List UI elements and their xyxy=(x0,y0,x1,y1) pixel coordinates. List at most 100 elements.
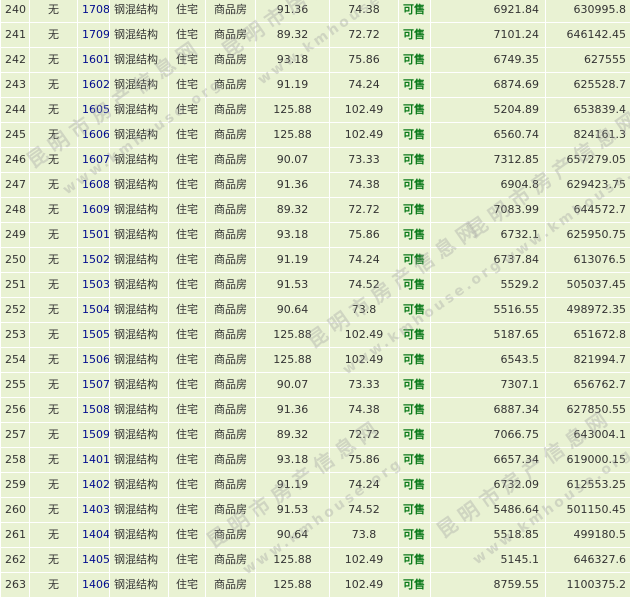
inner-area-cell: 102.49 xyxy=(329,347,399,373)
building-area-cell: 125.88 xyxy=(255,122,330,148)
usage-cell: 住宅 xyxy=(168,72,206,98)
sale-status-cell[interactable]: 可售 xyxy=(398,422,431,448)
row-index: 241 xyxy=(0,22,30,48)
room-number-link[interactable]: 1601 xyxy=(77,47,110,73)
sale-status-cell[interactable]: 可售 xyxy=(398,22,431,48)
property-type-cell: 商品房 xyxy=(205,72,256,98)
table-row: 250 无 1502 钢混结构 住宅 商品房 91.19 74.24 可售 6737.84 6130… xyxy=(0,247,630,273)
property-type-cell: 商品房 xyxy=(205,547,256,573)
sale-status-cell[interactable]: 可售 xyxy=(398,472,431,498)
inner-area-cell: 74.38 xyxy=(329,0,399,23)
inner-area-cell: 73.33 xyxy=(329,372,399,398)
sale-status-cell[interactable]: 可售 xyxy=(398,197,431,223)
unit-price-cell: 6657.34 xyxy=(430,447,546,473)
floor-cell: 无 xyxy=(29,47,78,73)
room-number-link[interactable]: 1709 xyxy=(77,22,110,48)
sale-status-cell[interactable]: 可售 xyxy=(398,547,431,573)
sale-status-cell[interactable]: 可售 xyxy=(398,172,431,198)
sale-status-cell[interactable]: 可售 xyxy=(398,372,431,398)
usage-cell: 住宅 xyxy=(168,122,206,148)
building-area-cell: 91.36 xyxy=(255,0,330,23)
inner-area-cell: 72.72 xyxy=(329,22,399,48)
floor-cell: 无 xyxy=(29,22,78,48)
room-number-link[interactable]: 1509 xyxy=(77,422,110,448)
room-number-link[interactable]: 1605 xyxy=(77,97,110,123)
floor-cell: 无 xyxy=(29,572,78,598)
structure-cell: 钢混结构 xyxy=(109,147,169,173)
total-price-cell: 625528.7 xyxy=(545,72,630,98)
sale-status-cell[interactable]: 可售 xyxy=(398,97,431,123)
sale-status-cell[interactable]: 可售 xyxy=(398,0,431,23)
unit-price-cell: 8759.55 xyxy=(430,572,546,598)
sale-status-cell[interactable]: 可售 xyxy=(398,497,431,523)
total-price-cell: 625950.75 xyxy=(545,222,630,248)
room-number-link[interactable]: 1508 xyxy=(77,397,110,423)
sale-status-cell[interactable]: 可售 xyxy=(398,347,431,373)
inner-area-cell: 73.8 xyxy=(329,297,399,323)
room-number-link[interactable]: 1503 xyxy=(77,272,110,298)
usage-cell: 住宅 xyxy=(168,197,206,223)
row-index: 258 xyxy=(0,447,30,473)
table-row: 260 无 1403 钢混结构 住宅 商品房 91.53 74.52 可售 5486.64 5011… xyxy=(0,497,630,523)
room-number-link[interactable]: 1406 xyxy=(77,572,110,598)
total-price-cell: 644572.7 xyxy=(545,197,630,223)
property-type-cell: 商品房 xyxy=(205,322,256,348)
unit-price-cell: 6543.5 xyxy=(430,347,546,373)
property-type-cell: 商品房 xyxy=(205,572,256,598)
room-number-link[interactable]: 1402 xyxy=(77,472,110,498)
room-number-link[interactable]: 1404 xyxy=(77,522,110,548)
sale-status-cell[interactable]: 可售 xyxy=(398,147,431,173)
row-index: 246 xyxy=(0,147,30,173)
room-number-link[interactable]: 1507 xyxy=(77,372,110,398)
unit-price-cell: 5518.85 xyxy=(430,522,546,548)
row-index: 255 xyxy=(0,372,30,398)
usage-cell: 住宅 xyxy=(168,47,206,73)
building-area-cell: 125.88 xyxy=(255,347,330,373)
table-row: 248 无 1609 钢混结构 住宅 商品房 89.32 72.72 可售 7083.99 6445… xyxy=(0,197,630,223)
inner-area-cell: 74.38 xyxy=(329,172,399,198)
property-type-cell: 商品房 xyxy=(205,247,256,273)
inner-area-cell: 74.24 xyxy=(329,72,399,98)
structure-cell: 钢混结构 xyxy=(109,572,169,598)
inner-area-cell: 74.52 xyxy=(329,272,399,298)
sale-status-cell[interactable]: 可售 xyxy=(398,522,431,548)
room-number-link[interactable]: 1607 xyxy=(77,147,110,173)
sale-status-cell[interactable]: 可售 xyxy=(398,572,431,598)
sale-status-cell[interactable]: 可售 xyxy=(398,222,431,248)
sale-status-cell[interactable]: 可售 xyxy=(398,272,431,298)
room-number-link[interactable]: 1505 xyxy=(77,322,110,348)
total-price-cell: 653839.4 xyxy=(545,97,630,123)
room-number-link[interactable]: 1501 xyxy=(77,222,110,248)
row-index: 252 xyxy=(0,297,30,323)
property-type-cell: 商品房 xyxy=(205,347,256,373)
room-number-link[interactable]: 1502 xyxy=(77,247,110,273)
sale-status-cell[interactable]: 可售 xyxy=(398,297,431,323)
room-number-link[interactable]: 1403 xyxy=(77,497,110,523)
property-type-cell: 商品房 xyxy=(205,97,256,123)
room-number-link[interactable]: 1405 xyxy=(77,547,110,573)
structure-cell: 钢混结构 xyxy=(109,322,169,348)
room-number-link[interactable]: 1504 xyxy=(77,297,110,323)
structure-cell: 钢混结构 xyxy=(109,247,169,273)
room-number-link[interactable]: 1606 xyxy=(77,122,110,148)
sale-status-cell[interactable]: 可售 xyxy=(398,447,431,473)
room-number-link[interactable]: 1401 xyxy=(77,447,110,473)
inner-area-cell: 72.72 xyxy=(329,197,399,223)
structure-cell: 钢混结构 xyxy=(109,122,169,148)
sale-status-cell[interactable]: 可售 xyxy=(398,322,431,348)
room-number-link[interactable]: 1602 xyxy=(77,72,110,98)
usage-cell: 住宅 xyxy=(168,522,206,548)
room-number-link[interactable]: 1708 xyxy=(77,0,110,23)
sale-status-cell[interactable]: 可售 xyxy=(398,47,431,73)
room-number-link[interactable]: 1608 xyxy=(77,172,110,198)
usage-cell: 住宅 xyxy=(168,272,206,298)
sale-status-cell[interactable]: 可售 xyxy=(398,247,431,273)
room-number-link[interactable]: 1506 xyxy=(77,347,110,373)
table-row: 259 无 1402 钢混结构 住宅 商品房 91.19 74.24 可售 6732.09 6125… xyxy=(0,472,630,498)
sale-status-cell[interactable]: 可售 xyxy=(398,122,431,148)
sale-status-cell[interactable]: 可售 xyxy=(398,397,431,423)
row-index: 262 xyxy=(0,547,30,573)
total-price-cell: 613076.5 xyxy=(545,247,630,273)
sale-status-cell[interactable]: 可售 xyxy=(398,72,431,98)
room-number-link[interactable]: 1609 xyxy=(77,197,110,223)
